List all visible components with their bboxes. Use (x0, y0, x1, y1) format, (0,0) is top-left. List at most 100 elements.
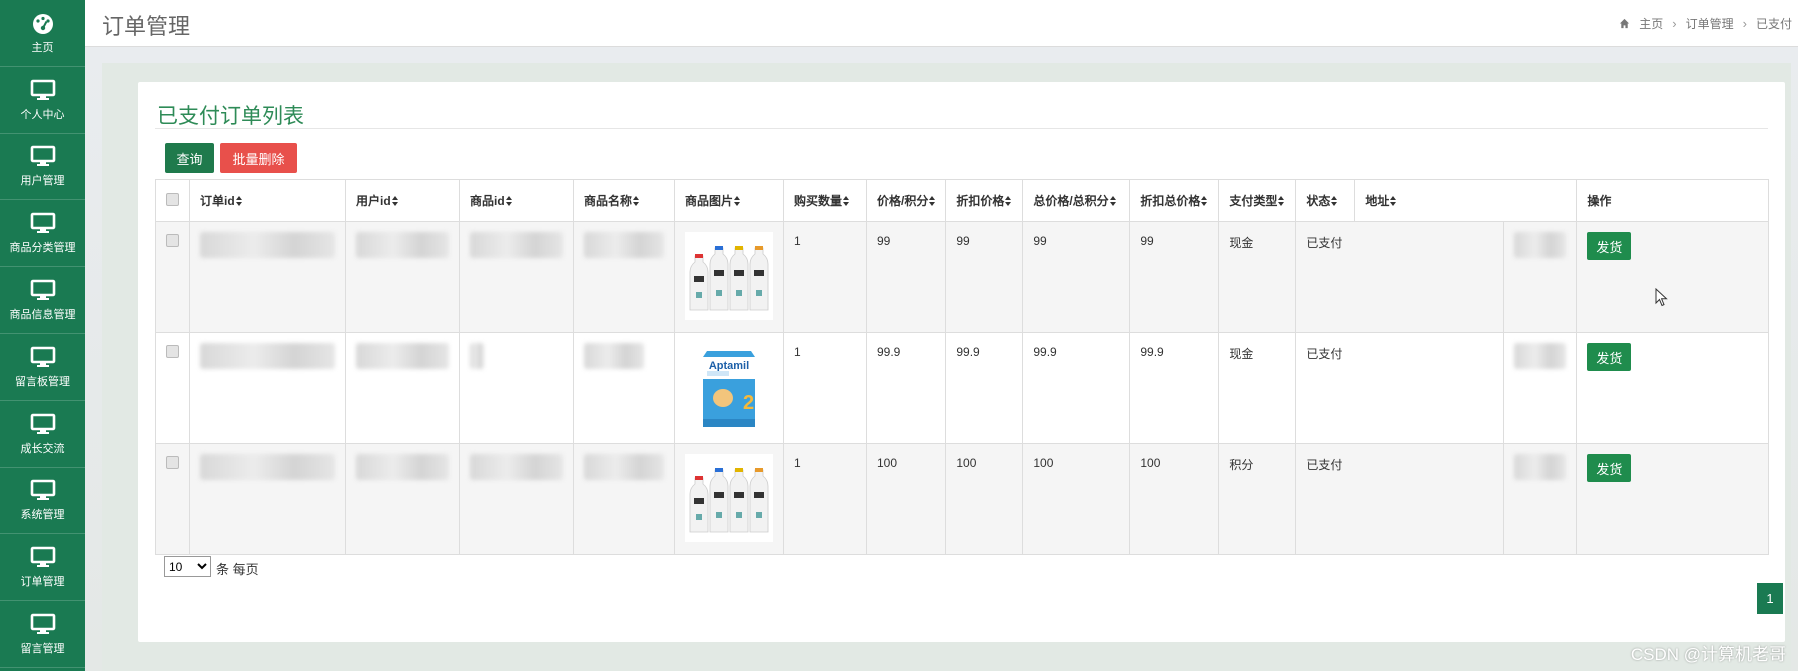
order-id-cell (189, 221, 346, 333)
row-checkbox[interactable] (166, 234, 179, 247)
pay-type-cell: 现金 (1218, 221, 1297, 333)
sort-icon (1109, 196, 1116, 206)
monitor-icon (30, 146, 55, 167)
address-cell (1503, 332, 1578, 444)
sidebar-item-label: 商品信息管理 (9, 309, 76, 322)
sort-icon (929, 196, 936, 206)
batch-delete-button[interactable]: 批量删除 (220, 143, 297, 173)
column-header[interactable]: 地址 (1354, 179, 1578, 222)
row-select-cell (155, 221, 190, 333)
column-header[interactable]: 订单id (189, 179, 346, 222)
monitor-icon (30, 613, 55, 635)
column-header[interactable]: 折扣价格 (945, 179, 1024, 222)
redacted-value (200, 454, 335, 480)
sidebar-item-category-management[interactable]: 商品分类管理 (0, 200, 85, 268)
ship-button[interactable]: 发货 (1587, 454, 1632, 482)
column-header[interactable]: 状态 (1295, 179, 1356, 222)
quantity-cell: 1 (783, 221, 867, 333)
ship-button[interactable]: 发货 (1587, 343, 1632, 371)
sort-icon (235, 196, 242, 206)
monitor-icon (30, 346, 55, 367)
column-header[interactable]: 支付类型 (1218, 179, 1297, 222)
row-select-cell (155, 332, 190, 444)
sidebar-item-label: 成长交流 (20, 442, 65, 455)
table-header-row: 订单id 用户id 商品id 商品名称 商品图片 购买数量 价格/积分 折扣价格… (155, 179, 1769, 222)
product-id-cell (459, 332, 574, 444)
discount-total-cell: 100 (1129, 443, 1220, 555)
sidebar-item-system-management[interactable]: 系统管理 (0, 468, 85, 535)
sort-icon (1331, 196, 1338, 206)
column-header[interactable]: 商品id (459, 179, 574, 222)
page-size-select[interactable]: 10 (164, 556, 211, 577)
column-header[interactable]: 折扣总价格 (1129, 179, 1220, 222)
sort-icon (1201, 196, 1208, 206)
column-header[interactable]: 价格/积分 (865, 179, 947, 222)
column-label: 订单id (200, 194, 235, 208)
column-header[interactable]: 商品图片 (674, 179, 784, 222)
user-id-cell (345, 332, 460, 444)
column-label: 状态 (1306, 194, 1331, 208)
row-checkbox[interactable] (166, 456, 179, 469)
divider (155, 128, 1768, 129)
quantity-cell: 1 (783, 443, 867, 555)
discount-total-cell: 99.9 (1129, 332, 1220, 444)
product-name-cell (573, 221, 675, 333)
product-id-cell (459, 443, 574, 555)
page-1-button[interactable]: 1 (1757, 583, 1783, 614)
chevron-right-icon: › (1672, 16, 1677, 31)
product-id-cell (459, 221, 574, 333)
sidebar-item-product-management[interactable]: 商品信息管理 (0, 267, 85, 334)
sidebar-item-label: 订单管理 (20, 576, 65, 589)
table-row: 1 100 100 100 100 积分 已支付 发货 (155, 443, 1769, 555)
order-id-cell (189, 332, 346, 444)
milk-bottles-image (685, 454, 773, 542)
sidebar-item-label: 个人中心 (20, 108, 65, 121)
redacted-value (1514, 454, 1567, 480)
redacted-value (200, 232, 335, 258)
ship-button[interactable]: 发货 (1587, 232, 1632, 260)
status-cell: 已支付 (1295, 443, 1505, 555)
redacted-value (584, 232, 664, 258)
column-header[interactable]: 商品名称 (573, 179, 675, 222)
column-header[interactable]: 总价格/总积分 (1022, 179, 1131, 222)
price-cell: 99.9 (865, 332, 947, 444)
pay-type-cell: 积分 (1218, 443, 1297, 555)
column-header[interactable]: 购买数量 (783, 179, 867, 222)
column-header[interactable]: 用户id (345, 179, 460, 222)
query-button[interactable]: 查询 (165, 143, 214, 173)
sort-icon (843, 196, 850, 206)
sort-icon (505, 196, 512, 206)
sort-icon (1005, 196, 1012, 206)
sidebar-item-personal-center[interactable]: 个人中心 (0, 67, 85, 134)
total-cell: 99.9 (1022, 332, 1131, 444)
action-cell: 发货 (1576, 332, 1769, 444)
price-cell: 99 (865, 221, 947, 333)
select-all-checkbox[interactable] (166, 192, 179, 206)
sidebar-item-label: 商品分类管理 (9, 242, 76, 255)
panel-title: 已支付订单列表 (157, 105, 304, 128)
discount-price-cell: 100 (945, 443, 1024, 555)
sidebar-item-home[interactable]: 主页 (0, 0, 85, 67)
row-checkbox[interactable] (166, 345, 179, 358)
sidebar-item-user-management[interactable]: 用户管理 (0, 134, 85, 201)
total-cell: 100 (1022, 443, 1131, 555)
redacted-value (584, 343, 644, 369)
sidebar-item-growth-exchange[interactable]: 成长交流 (0, 401, 85, 468)
column-label: 商品id (470, 194, 505, 208)
breadcrumb: 主页 › 订单管理 › 已支付 (1619, 15, 1792, 32)
product-image-cell: Aptamil 2 (674, 332, 784, 444)
address-cell (1503, 221, 1578, 333)
sidebar-item-order-management[interactable]: 订单管理 (0, 534, 85, 602)
monitor-icon (30, 480, 55, 501)
breadcrumb-home[interactable]: 主页 (1639, 15, 1663, 32)
column-label: 地址 (1365, 194, 1390, 208)
sidebar-item-message-management[interactable]: 留言管理 (0, 601, 85, 668)
aptamil-can-image: Aptamil 2 (685, 343, 773, 431)
user-id-cell (345, 443, 460, 555)
user-id-cell (345, 221, 460, 333)
breadcrumb-order-management[interactable]: 订单管理 (1686, 15, 1734, 32)
product-image-cell (674, 443, 784, 555)
column-label: 购买数量 (794, 194, 843, 208)
sidebar-item-message-board[interactable]: 留言板管理 (0, 334, 85, 401)
redacted-value (200, 343, 335, 369)
